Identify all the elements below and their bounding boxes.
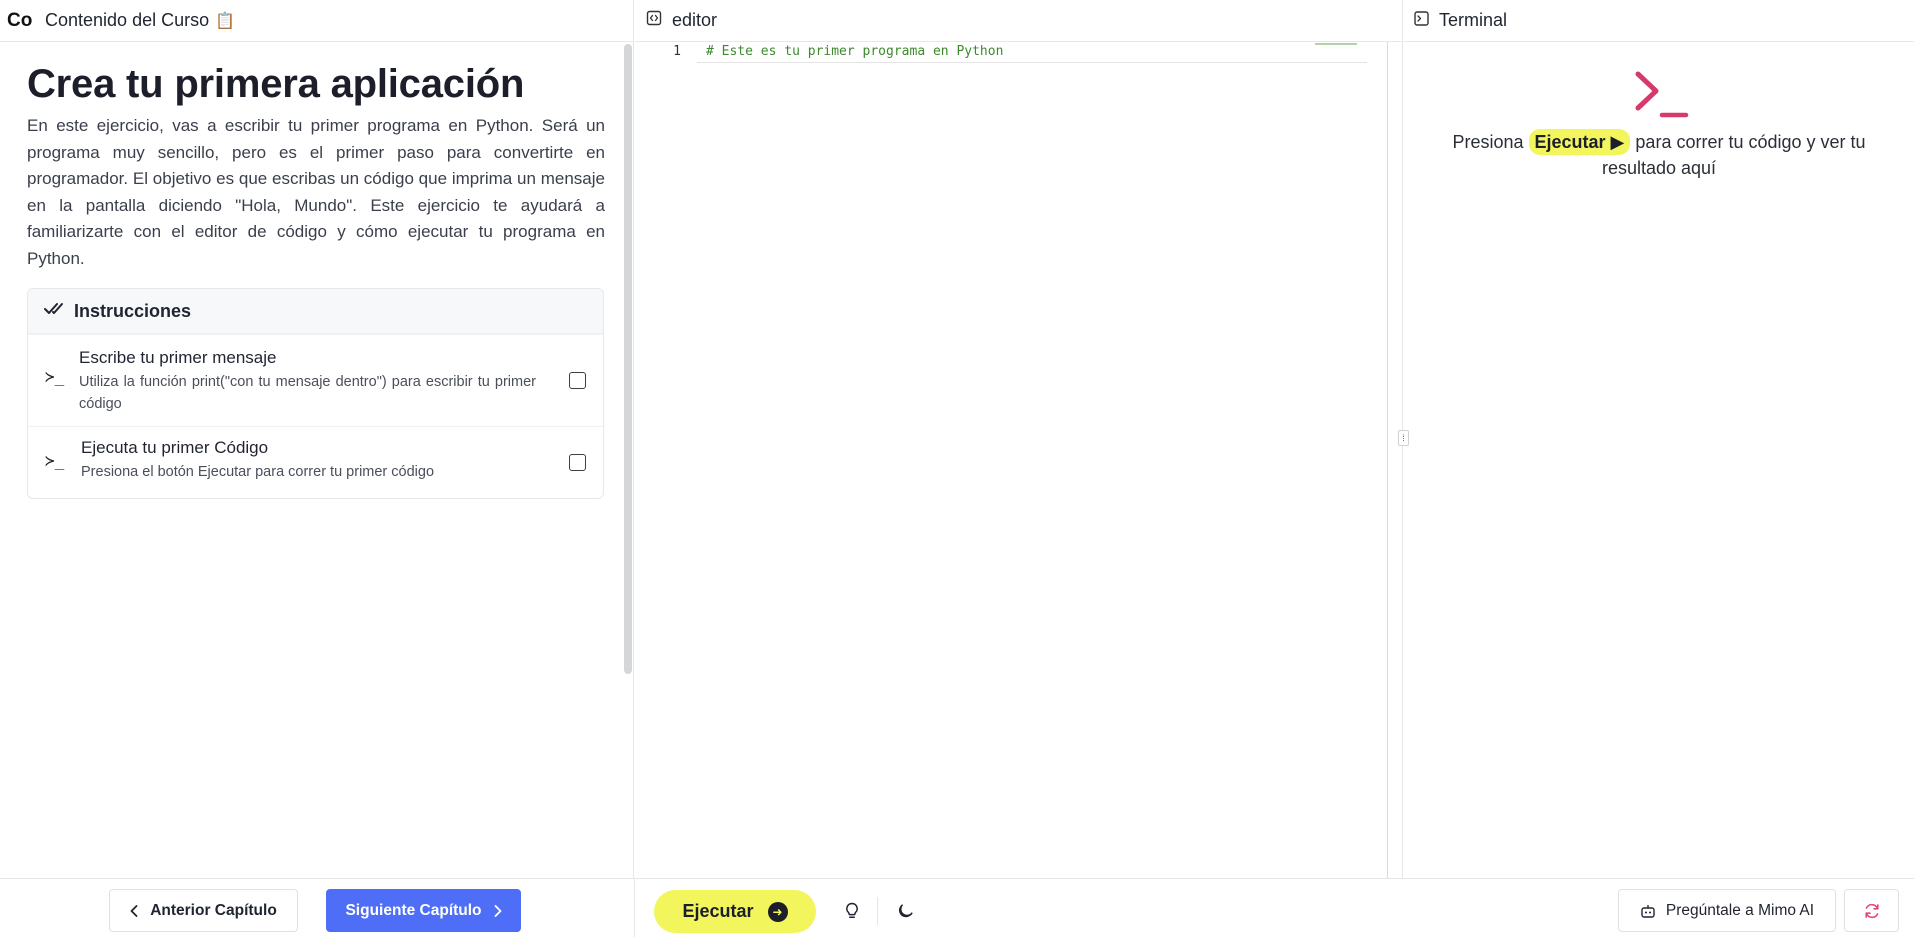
previous-chapter-label: Anterior Capítulo	[150, 901, 277, 919]
current-line-highlight	[697, 62, 1367, 63]
task-checkbox[interactable]	[569, 454, 586, 471]
editor-scroll-track[interactable]	[1387, 42, 1388, 878]
double-check-icon	[44, 302, 64, 321]
lesson-description: En este ejercicio, vas a escribir tu pri…	[27, 116, 605, 268]
lesson-title: Crea tu primera aplicación	[27, 62, 525, 106]
terminal-prompt-icon	[1632, 68, 1692, 125]
arrow-right-icon: ➜	[767, 901, 788, 922]
course-header: Co Contenido del Curso 📋	[0, 0, 633, 42]
minimap[interactable]	[1315, 43, 1357, 45]
terminal-prompt-icon: ≻_	[45, 367, 65, 386]
editor-title: editor	[672, 10, 718, 30]
terminal-panel: Terminal Presiona Ejecutar ▶ para correr…	[1404, 0, 1914, 878]
editor-panel: editor 1 # Este es tu primer programa en…	[635, 0, 1403, 878]
clipboard-icon: 📋	[215, 12, 236, 30]
next-chapter-label: Siguiente Capítulo	[345, 901, 482, 919]
course-panel: Co Contenido del Curso 📋 Crea tu primera…	[0, 0, 634, 878]
course-title: Contenido del Curso	[45, 10, 210, 30]
instructions-card: Instrucciones ≻_ Escribe tu primer mensa…	[27, 288, 604, 499]
code-editor[interactable]: 1 # Este es tu primer programa en Python	[635, 42, 1387, 878]
editor-header: editor	[635, 0, 1402, 42]
run-button[interactable]: Ejecutar ➜	[654, 890, 816, 933]
terminal-empty-hint: Presiona Ejecutar ▶ para correr tu códig…	[1404, 129, 1914, 181]
toolbar-separator	[877, 897, 878, 925]
chevron-left-icon	[130, 904, 138, 917]
chevron-right-icon	[494, 904, 502, 917]
refresh-icon	[1863, 902, 1881, 920]
hint-text: Presiona	[1452, 132, 1524, 152]
task-item: ≻_ Escribe tu primer mensaje Utiliza la …	[28, 334, 603, 426]
ask-mimo-ai-label: Pregúntale a Mimo AI	[1665, 901, 1815, 919]
task-title: Escribe tu primer mensaje	[79, 348, 277, 367]
terminal-header: Terminal	[1404, 0, 1914, 42]
task-description: Utiliza la función print("con tu mensaje…	[79, 374, 536, 412]
task-title: Ejecuta tu primer Código	[81, 438, 269, 457]
task-item: ≻_ Ejecuta tu primer Código Presiona el …	[28, 426, 603, 498]
previous-chapter-button[interactable]: Anterior Capítulo	[109, 889, 298, 932]
code-line[interactable]: # Este es tu primer programa en Python	[706, 44, 1003, 59]
moon-icon[interactable]	[896, 901, 916, 921]
hint-text: para correr tu código y ver tu resultado…	[1601, 132, 1866, 178]
code-file-icon	[646, 10, 662, 31]
app-logo[interactable]: Co	[7, 10, 45, 32]
task-checkbox[interactable]	[569, 372, 586, 389]
scrollbar[interactable]	[624, 44, 632, 674]
task-description: Presiona el botón Ejecutar para correr t…	[81, 464, 435, 480]
footer-toolbar: Anterior Capítulo Siguiente Capítulo Eje…	[0, 878, 1914, 937]
ask-mimo-ai-button[interactable]: Pregúntale a Mimo AI	[1618, 889, 1836, 932]
run-label: Ejecutar	[682, 901, 754, 921]
instructions-heading: Instrucciones	[74, 300, 192, 321]
terminal-title: Terminal	[1439, 10, 1508, 30]
lightbulb-icon[interactable]	[842, 901, 862, 921]
reset-button[interactable]	[1844, 889, 1899, 932]
run-chip: Ejecutar ▶	[1528, 129, 1631, 155]
robot-icon	[1640, 903, 1656, 919]
line-number: 1	[673, 44, 681, 59]
next-chapter-button[interactable]: Siguiente Capítulo	[326, 889, 521, 932]
footer-divider	[634, 879, 635, 937]
terminal-icon	[1414, 10, 1429, 31]
instructions-header: Instrucciones	[28, 289, 603, 334]
terminal-prompt-icon: ≻_	[45, 451, 65, 470]
